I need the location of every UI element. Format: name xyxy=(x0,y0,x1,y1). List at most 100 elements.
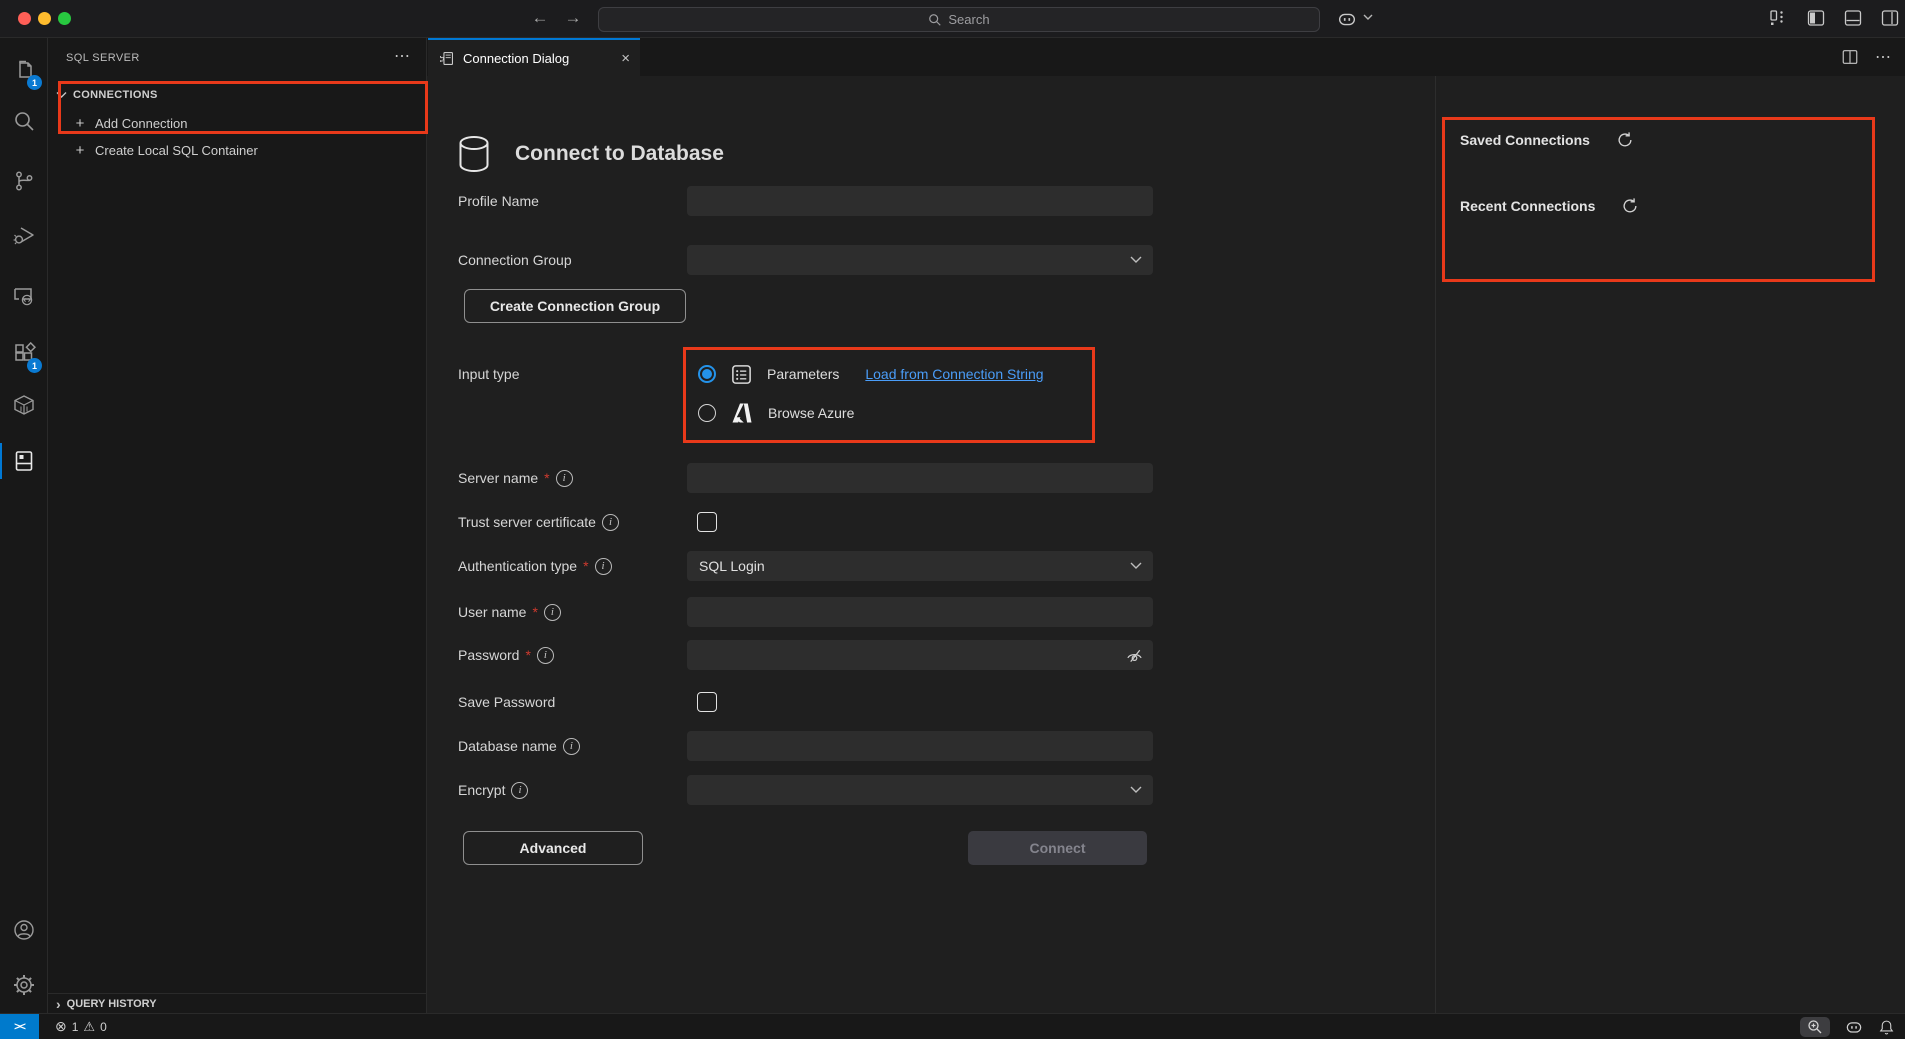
activity-containers-button[interactable] xyxy=(0,381,48,429)
refresh-icon[interactable] xyxy=(1616,131,1634,149)
connections-section-label: CONNECTIONS xyxy=(73,89,158,101)
query-history-label: QUERY HISTORY xyxy=(67,998,157,1010)
forward-icon[interactable]: → xyxy=(562,8,584,28)
settings-gear-icon[interactable] xyxy=(0,961,48,1009)
activity-source-control-button[interactable] xyxy=(0,157,48,205)
profile-name-label: Profile Name xyxy=(458,186,539,216)
activity-run-debug-button[interactable] xyxy=(0,212,48,260)
split-editor-icon[interactable] xyxy=(1841,48,1859,66)
user-name-input[interactable] xyxy=(687,597,1153,627)
saved-connections-header: Saved Connections xyxy=(1460,131,1634,149)
trust-server-certificate-label: Trust server certificate i xyxy=(458,507,619,537)
copilot-chevron-down-icon[interactable] xyxy=(1363,13,1373,21)
status-bar: >< ⊗ 1 ⚠ 0 xyxy=(0,1013,1905,1039)
copilot-icon[interactable] xyxy=(1336,8,1358,30)
required-marker: * xyxy=(583,558,588,574)
editor-group-toolbar: ⋯ xyxy=(1841,38,1891,76)
azure-icon xyxy=(730,401,754,425)
problems-indicator[interactable]: ⊗ 1 ⚠ 0 xyxy=(55,1018,107,1035)
tab-close-icon[interactable]: × xyxy=(621,51,630,66)
required-marker: * xyxy=(544,470,549,486)
radio-parameters[interactable] xyxy=(698,365,716,383)
connect-button[interactable]: Connect xyxy=(968,831,1147,865)
trust-server-certificate-checkbox[interactable] xyxy=(697,512,717,532)
connection-dialog-tab-icon xyxy=(438,50,455,67)
radio-browse-azure[interactable] xyxy=(698,404,716,422)
connection-group-select[interactable] xyxy=(687,245,1153,275)
profile-name-input[interactable] xyxy=(687,186,1153,216)
activity-sql-server-button[interactable] xyxy=(0,437,48,485)
connections-section-header[interactable]: CONNECTIONS xyxy=(48,82,426,108)
bell-icon[interactable] xyxy=(1878,1019,1895,1036)
sidebar-more-actions-icon[interactable]: ⋯ xyxy=(394,46,410,66)
server-name-label: Server name * i xyxy=(458,463,573,493)
chevron-down-icon xyxy=(56,91,67,99)
sidebar-item-create-local-sql-container[interactable]: + Create Local SQL Container xyxy=(48,137,426,164)
save-password-checkbox[interactable] xyxy=(697,692,717,712)
info-icon[interactable]: i xyxy=(544,604,561,621)
command-search-input[interactable]: Search xyxy=(598,7,1320,32)
dialog-header: Connect to Database xyxy=(455,134,724,174)
chevron-right-icon: › xyxy=(56,996,61,1012)
chevron-down-icon xyxy=(1130,561,1142,570)
error-count: 1 xyxy=(72,1020,79,1034)
database-name-label: Database name i xyxy=(458,731,580,761)
encrypt-label: Encrypt i xyxy=(458,775,528,805)
password-input[interactable] xyxy=(687,640,1153,670)
editor-area: Connection Dialog × ⋯ Connect to Databas… xyxy=(427,38,1905,1013)
query-history-section-header[interactable]: › QUERY HISTORY xyxy=(48,993,426,1013)
input-type-browse-azure-option: Browse Azure xyxy=(698,398,854,428)
plus-icon: + xyxy=(74,115,86,132)
info-icon[interactable]: i xyxy=(511,782,528,799)
browse-azure-label[interactable]: Browse Azure xyxy=(768,405,854,421)
sidebar-item-add-connection[interactable]: + Add Connection xyxy=(48,110,426,137)
activity-explorer-button[interactable]: 1 xyxy=(0,46,48,94)
info-icon[interactable]: i xyxy=(537,647,554,664)
vscode-window: ← → Search 1 xyxy=(0,0,1905,1039)
refresh-icon[interactable] xyxy=(1621,197,1639,215)
authentication-type-label: Authentication type * i xyxy=(458,551,612,581)
maximize-window-button[interactable] xyxy=(58,12,71,25)
tab-title: Connection Dialog xyxy=(463,51,569,66)
server-name-input[interactable] xyxy=(687,463,1153,493)
editor-more-actions-icon[interactable]: ⋯ xyxy=(1875,47,1891,67)
activity-remote-explorer-button[interactable] xyxy=(0,272,48,320)
minimize-window-button[interactable] xyxy=(38,12,51,25)
load-from-connection-string-link[interactable]: Load from Connection String xyxy=(865,366,1043,382)
remote-indicator[interactable]: >< xyxy=(0,1014,39,1039)
required-marker: * xyxy=(532,604,537,620)
database-name-input[interactable] xyxy=(687,731,1153,761)
toggle-panel-icon[interactable] xyxy=(1843,8,1863,28)
customize-layout-icon[interactable] xyxy=(1768,8,1788,28)
recent-connections-header: Recent Connections xyxy=(1460,197,1639,215)
tab-connection-dialog[interactable]: Connection Dialog × xyxy=(428,38,640,76)
info-icon[interactable]: i xyxy=(595,558,612,575)
password-label: Password * i xyxy=(458,640,554,670)
parameters-label[interactable]: Parameters xyxy=(767,366,839,382)
create-connection-group-button[interactable]: Create Connection Group xyxy=(464,289,686,323)
parameters-icon xyxy=(730,363,753,386)
error-icon: ⊗ xyxy=(55,1018,67,1035)
toggle-primary-sidebar-icon[interactable] xyxy=(1806,8,1826,28)
info-icon[interactable]: i xyxy=(602,514,619,531)
eye-slash-icon[interactable] xyxy=(1125,646,1144,665)
close-window-button[interactable] xyxy=(18,12,31,25)
copilot-status-icon[interactable] xyxy=(1844,1017,1864,1037)
search-icon xyxy=(928,13,942,27)
info-icon[interactable]: i xyxy=(563,738,580,755)
save-password-label: Save Password xyxy=(458,687,555,717)
toggle-secondary-sidebar-icon[interactable] xyxy=(1880,8,1900,28)
zoom-indicator[interactable] xyxy=(1800,1017,1830,1037)
title-bar: ← → Search xyxy=(0,0,1905,38)
info-icon[interactable]: i xyxy=(556,470,573,487)
encrypt-select[interactable] xyxy=(687,775,1153,805)
advanced-button[interactable]: Advanced xyxy=(463,831,643,865)
user-name-label: User name * i xyxy=(458,597,561,627)
activity-extensions-button[interactable]: 1 xyxy=(0,329,48,377)
status-bar-right xyxy=(1800,1014,1895,1039)
authentication-type-select[interactable]: SQL Login xyxy=(687,551,1153,581)
activity-search-button[interactable] xyxy=(0,97,48,145)
extensions-badge: 1 xyxy=(27,358,42,373)
account-icon[interactable] xyxy=(0,906,48,954)
back-icon[interactable]: ← xyxy=(529,8,551,28)
